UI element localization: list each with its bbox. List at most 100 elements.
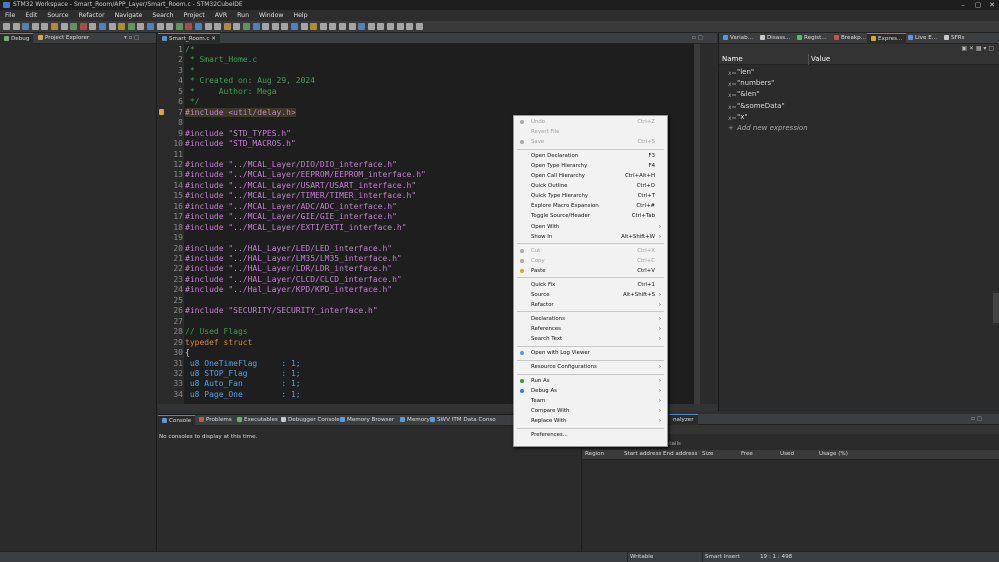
expression-row[interactable]: x= "numbers" <box>719 79 989 90</box>
toolbar-button-icon[interactable] <box>156 23 164 30</box>
expressions-toolbar-icons[interactable]: ▣ ✕ ▦ ▾ ▢ <box>961 45 994 52</box>
menu-item-quick-outline[interactable]: Quick Outline Ctrl+O <box>514 181 667 191</box>
menu-search[interactable]: Search <box>147 10 178 21</box>
menu-item-undo[interactable]: Undo Ctrl+Z <box>514 117 667 127</box>
tab-analyzer[interactable]: nalyzer <box>669 414 698 425</box>
toolbar-button-icon[interactable] <box>406 23 414 30</box>
tab-debug[interactable]: Debug <box>0 33 34 44</box>
toolbar-button-icon[interactable] <box>339 23 346 30</box>
menu-refactor[interactable]: Refactor <box>74 10 110 21</box>
toolbar-button-icon[interactable] <box>252 23 260 30</box>
toolbar-button-icon[interactable] <box>223 23 231 30</box>
expression-row[interactable]: x= "x" <box>719 113 989 124</box>
tab-sfrs[interactable]: SFRs <box>940 33 969 44</box>
tab-project-explorer[interactable]: Project Explorer <box>34 33 93 44</box>
tab-memorybrowser[interactable]: Memory Browser <box>336 415 398 426</box>
toolbar-button-icon[interactable] <box>41 23 49 30</box>
menu-item-replace-with[interactable]: Replace With › <box>514 416 667 426</box>
menu-avr[interactable]: AVR <box>210 10 232 21</box>
menu-window[interactable]: Window <box>254 10 288 21</box>
toolbar-button-icon[interactable] <box>185 23 193 30</box>
menu-item-declarations[interactable]: Declarations › <box>514 314 667 324</box>
toolbar-button-icon[interactable] <box>127 23 135 30</box>
menu-run[interactable]: Run <box>232 10 254 21</box>
menu-item-revert-file[interactable]: Revert File <box>514 127 667 137</box>
menu-item-open-declaration[interactable]: Open Declaration F3 <box>514 151 667 161</box>
menu-item-explore-macro-expansion[interactable]: Explore Macro Expansion Ctrl+# <box>514 201 667 211</box>
tab-debuggerconsole[interactable]: Debugger Console <box>277 415 344 426</box>
toolbar-button-icon[interactable] <box>310 23 318 30</box>
toolbar-button-icon[interactable] <box>262 23 270 30</box>
menu-item-paste[interactable]: Paste Ctrl+V <box>514 266 667 276</box>
toolbar-button-icon[interactable] <box>137 23 145 30</box>
memory-col-header[interactable]: End address <box>663 451 697 457</box>
tab-swvitmdataconso[interactable]: SWV ITM Data Conso <box>426 415 500 426</box>
toolbar-button-icon[interactable] <box>3 23 10 30</box>
expression-row[interactable]: x= "&someData" <box>719 102 989 113</box>
toolbar-button-icon[interactable] <box>243 23 250 30</box>
menu-source[interactable]: Source <box>42 10 73 21</box>
memory-col-header[interactable]: Region <box>585 451 604 457</box>
toolbar-button-icon[interactable] <box>99 23 106 30</box>
toolbar-button-icon[interactable] <box>51 23 58 30</box>
toolbar-button-icon[interactable] <box>79 23 87 30</box>
toolbar-button-icon[interactable] <box>214 23 222 30</box>
menu-item-open-with[interactable]: Open With › <box>514 222 667 232</box>
col-value-header[interactable]: Value <box>811 55 830 63</box>
menu-item-source[interactable]: Source Alt+Shift+S › <box>514 290 667 300</box>
toolbar-button-icon[interactable] <box>70 23 78 30</box>
column-divider[interactable] <box>808 54 809 65</box>
toolbar-button-icon[interactable] <box>22 23 30 30</box>
tab-regist[interactable]: Regist... <box>793 33 831 44</box>
toolbar-button-icon[interactable] <box>281 23 289 30</box>
menu-item-save[interactable]: Save Ctrl+S <box>514 137 667 147</box>
menu-item-team[interactable]: Team › <box>514 396 667 406</box>
toolbar-button-icon[interactable] <box>271 23 279 30</box>
memory-col-header[interactable]: Used <box>780 451 794 457</box>
menu-item-resource-configurations[interactable]: Resource Configurations › <box>514 362 667 372</box>
menu-item-open-type-hierarchy[interactable]: Open Type Hierarchy F4 <box>514 161 667 171</box>
tab-breakp[interactable]: Breakp... <box>830 33 870 44</box>
toolbar-button-icon[interactable] <box>12 23 20 30</box>
toolbar-button-icon[interactable] <box>377 23 385 30</box>
tab-executables[interactable]: Executables <box>233 415 282 426</box>
menu-navigate[interactable]: Navigate <box>110 10 148 21</box>
toolbar-button-icon[interactable] <box>300 23 308 30</box>
memory-col-header[interactable]: Size <box>702 451 713 457</box>
close-tab-icon[interactable]: ✕ <box>211 36 216 42</box>
menu-item-open-call-hierarchy[interactable]: Open Call Hierarchy Ctrl+Alt+H <box>514 171 667 181</box>
menu-item-references[interactable]: References › <box>514 324 667 334</box>
menu-item-quick-type-hierarchy[interactable]: Quick Type Hierarchy Ctrl+T <box>514 191 667 201</box>
toolbar-button-icon[interactable] <box>118 23 126 30</box>
menu-file[interactable]: File <box>0 10 20 21</box>
tab-problems[interactable]: Problems <box>195 415 236 426</box>
toolbar-button-icon[interactable] <box>291 23 298 30</box>
toolbar-button-icon[interactable] <box>348 23 356 30</box>
toolbar-button-icon[interactable] <box>233 23 241 30</box>
toolbar-button-icon[interactable] <box>358 23 366 30</box>
menu-item-preferences[interactable]: Preferences... <box>514 430 667 440</box>
toolbar-button-icon[interactable] <box>31 23 39 30</box>
toolbar-button-icon[interactable] <box>147 23 154 30</box>
menu-edit[interactable]: Edit <box>20 10 42 21</box>
toolbar-button-icon[interactable] <box>415 23 423 30</box>
toolbar-button-icon[interactable] <box>195 23 202 30</box>
menu-item-refactor[interactable]: Refactor › <box>514 300 667 310</box>
memory-view-icons[interactable]: ▫ ▢ <box>967 414 986 425</box>
minimize-icon[interactable]: – <box>956 0 970 10</box>
menu-item-search-text[interactable]: Search Text › <box>514 334 667 344</box>
expression-row[interactable]: x= "&len" <box>719 90 989 101</box>
toolbar-button-icon[interactable] <box>175 23 183 30</box>
menu-item-run-as[interactable]: Run As › <box>514 376 667 386</box>
status-insert-mode[interactable]: Smart Insert <box>705 552 740 562</box>
toolbar-button-icon[interactable] <box>319 23 327 30</box>
tab-livee[interactable]: Live E... <box>904 33 941 44</box>
tab-disass[interactable]: Disass... <box>756 33 794 44</box>
toolbar-button-icon[interactable] <box>166 23 174 30</box>
menu-item-copy[interactable]: Copy Ctrl+C <box>514 256 667 266</box>
toolbar-button-icon[interactable] <box>387 23 394 30</box>
left-view-menu-icon[interactable]: ▾ ▫ ▢ <box>120 33 143 44</box>
col-name-header[interactable]: Name <box>722 55 743 63</box>
expressions-scrollbar[interactable] <box>993 293 999 323</box>
toolbar-button-icon[interactable] <box>396 23 404 30</box>
